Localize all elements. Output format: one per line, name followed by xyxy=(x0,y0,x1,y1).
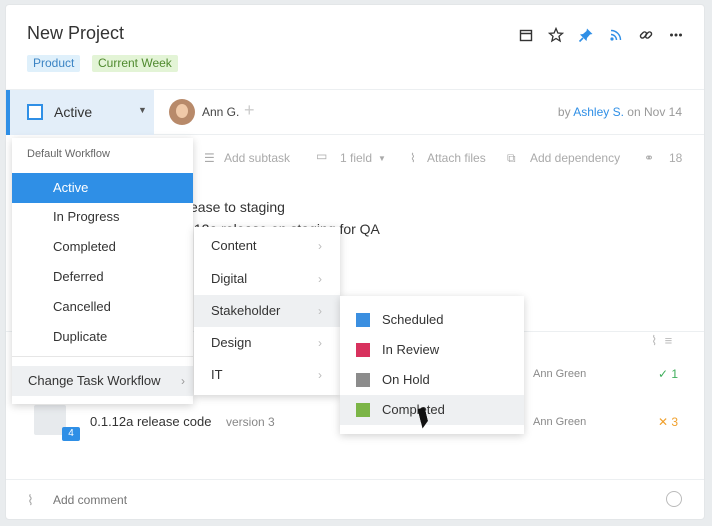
menu-divider xyxy=(12,356,193,357)
chevron-right-icon: › xyxy=(318,272,322,286)
attach-files-button[interactable]: Attach files xyxy=(427,151,486,165)
status-option-label: In Review xyxy=(382,342,440,357)
paperclip-icon[interactable]: ⌇ xyxy=(410,151,416,165)
workflow-menu: Default Workflow Active In Progress Comp… xyxy=(12,138,193,404)
status-label: Active xyxy=(54,104,93,120)
submenu-item-it[interactable]: IT › xyxy=(194,359,340,391)
menu-item-cancelled[interactable]: Cancelled xyxy=(12,292,193,322)
menu-item-completed[interactable]: Completed xyxy=(12,232,193,262)
pin-icon[interactable] xyxy=(578,27,594,43)
menu-item-duplicate[interactable]: Duplicate xyxy=(12,322,193,352)
file-owner: Ann Green xyxy=(533,368,587,380)
status-dropdown[interactable]: Active ▼ xyxy=(6,90,154,135)
status-option-scheduled[interactable]: Scheduled xyxy=(340,305,524,335)
field-icon[interactable]: ▭ xyxy=(316,149,327,163)
rss-icon[interactable] xyxy=(608,27,624,43)
submenu-item-content[interactable]: Content › xyxy=(194,230,340,262)
status-option-in-review[interactable]: In Review xyxy=(340,335,524,365)
tag-product[interactable]: Product xyxy=(27,55,81,72)
star-icon[interactable] xyxy=(548,27,564,43)
pending-icon[interactable]: ✕ 3 xyxy=(658,415,678,429)
file-owner: Ann Green xyxy=(533,416,587,428)
paperclip-icon[interactable]: ⌇ xyxy=(27,492,34,509)
chevron-down-icon: ▼ xyxy=(138,105,147,115)
menu-item-deferred[interactable]: Deferred xyxy=(12,262,193,292)
status-checkbox[interactable] xyxy=(27,104,43,120)
change-workflow-label: Change Task Workflow xyxy=(28,373,161,388)
calendar-icon[interactable] xyxy=(518,27,534,43)
approved-icon[interactable]: ✓ 1 xyxy=(658,367,678,381)
byline-author[interactable]: Ashley S. xyxy=(573,105,624,119)
category-submenu: Content › Digital › Stakeholder › Design › I… xyxy=(194,227,340,395)
tag-current-week[interactable]: Current Week xyxy=(92,55,178,72)
stakeholder-submenu: Scheduled In Review On Hold Completed xyxy=(340,296,524,434)
share-count: 18 xyxy=(669,151,683,165)
chevron-right-icon: › xyxy=(318,304,322,318)
submenu-label: Design xyxy=(211,335,252,350)
status-option-label: On Hold xyxy=(382,372,430,387)
status-option-label: Completed xyxy=(382,402,445,417)
file-name[interactable]: 0.1.12a release code xyxy=(90,414,211,429)
add-dependency-button[interactable]: Add dependency xyxy=(530,151,620,165)
subtask-icon[interactable]: ☰ xyxy=(204,151,215,165)
add-assignee-icon[interactable]: + xyxy=(244,100,255,121)
assignee-name[interactable]: Ann G. xyxy=(202,105,239,119)
status-color-swatch xyxy=(356,313,370,327)
file-status-count: 3 xyxy=(671,415,679,429)
file-version[interactable]: version 3 xyxy=(226,415,275,429)
status-option-label: Scheduled xyxy=(382,312,444,327)
chevron-right-icon: › xyxy=(181,374,185,388)
change-workflow-item[interactable]: Change Task Workflow › xyxy=(12,366,193,396)
menu-item-in-progress[interactable]: In Progress xyxy=(12,202,193,232)
submenu-item-stakeholder[interactable]: Stakeholder › xyxy=(194,295,340,327)
status-color-swatch xyxy=(356,403,370,417)
add-subtask-button[interactable]: Add subtask xyxy=(224,151,290,165)
chevron-right-icon: › xyxy=(318,239,322,253)
attachments-actions[interactable]: ⌇ ≡ xyxy=(651,333,672,349)
comment-input[interactable] xyxy=(53,493,453,507)
byline-prefix: by xyxy=(557,105,571,119)
menu-item-active[interactable]: Active xyxy=(12,173,193,203)
file-status-count: 1 xyxy=(671,367,679,381)
avatar[interactable] xyxy=(169,99,195,125)
status-option-completed[interactable]: Completed xyxy=(340,395,524,425)
chevron-down-icon: ▼ xyxy=(378,154,386,163)
byline-date: on Nov 14 xyxy=(627,105,682,119)
share-icon[interactable]: ⚭ xyxy=(644,151,654,165)
description-line: ease to staging xyxy=(190,199,285,215)
status-color-swatch xyxy=(356,343,370,357)
status-color-swatch xyxy=(356,373,370,387)
submenu-label: IT xyxy=(211,367,223,382)
dependency-icon[interactable]: ⧉ xyxy=(507,151,516,166)
submenu-label: Content xyxy=(211,238,257,253)
more-icon[interactable] xyxy=(668,27,684,43)
field-dropdown[interactable]: 1 field xyxy=(340,151,372,165)
submenu-label: Digital xyxy=(211,271,248,286)
header-actions xyxy=(518,27,684,43)
comment-bar: ⌇ xyxy=(6,479,704,519)
link-icon[interactable] xyxy=(638,27,654,43)
submenu-item-digital[interactable]: Digital › xyxy=(194,263,340,295)
chevron-right-icon: › xyxy=(318,368,322,382)
chevron-right-icon: › xyxy=(318,336,322,350)
byline: by Ashley S. on Nov 14 xyxy=(558,105,682,119)
menu-heading: Default Workflow xyxy=(27,148,110,160)
emoji-icon[interactable] xyxy=(666,491,682,507)
submenu-label: Stakeholder xyxy=(211,303,281,318)
version-badge: 4 xyxy=(62,427,80,441)
submenu-item-design[interactable]: Design › xyxy=(194,327,340,359)
status-row: Active ▼ Ann G. + by Ashley S. on Nov 14 xyxy=(6,89,704,135)
status-option-on-hold[interactable]: On Hold xyxy=(340,365,524,395)
page-title[interactable]: New Project xyxy=(27,23,124,44)
